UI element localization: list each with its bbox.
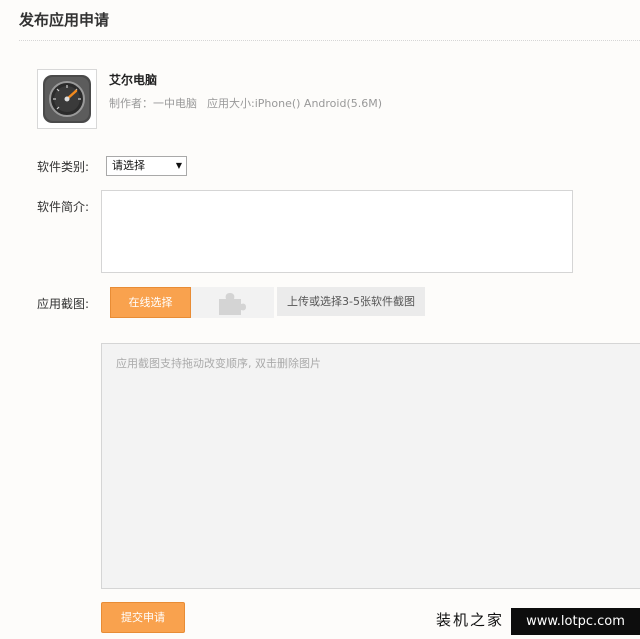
app-author: 制作者：一中电脑 (109, 97, 197, 110)
chevron-down-icon: ▼ (175, 161, 182, 170)
upload-hint: 上传或选择3-5张软件截图 (277, 287, 425, 316)
page-title: 发布应用申请 (19, 11, 110, 29)
category-select[interactable]: 请选择 ▼ (106, 156, 187, 176)
app-size: 应用大小:iPhone() Android(5.6M) (207, 97, 383, 110)
plugin-upload-tile[interactable] (191, 287, 274, 318)
intro-textarea[interactable] (101, 190, 573, 273)
category-select-value: 请选择 (112, 159, 145, 172)
category-label: 软件类别: (37, 160, 90, 174)
screenshots-label: 应用截图: (37, 297, 90, 311)
submit-button[interactable]: 提交申请 (101, 602, 185, 633)
watermark-url: www.lotpc.com (511, 608, 640, 635)
screenshots-dropzone[interactable]: 应用截图支持拖动改变顺序, 双击删除图片 (101, 343, 640, 589)
intro-label: 软件简介: (37, 200, 90, 214)
app-meta: 制作者：一中电脑 应用大小:iPhone() Android(5.6M) (109, 95, 382, 111)
title-divider (19, 40, 640, 41)
speedometer-icon (43, 75, 91, 123)
puzzle-icon (219, 293, 246, 315)
screenshots-placeholder: 应用截图支持拖动改变顺序, 双击删除图片 (116, 357, 321, 370)
app-name: 艾尔电脑 (109, 73, 158, 87)
online-select-button[interactable]: 在线选择 (110, 287, 191, 318)
app-icon (37, 69, 97, 129)
watermark-text: 装机之家 (436, 611, 505, 629)
